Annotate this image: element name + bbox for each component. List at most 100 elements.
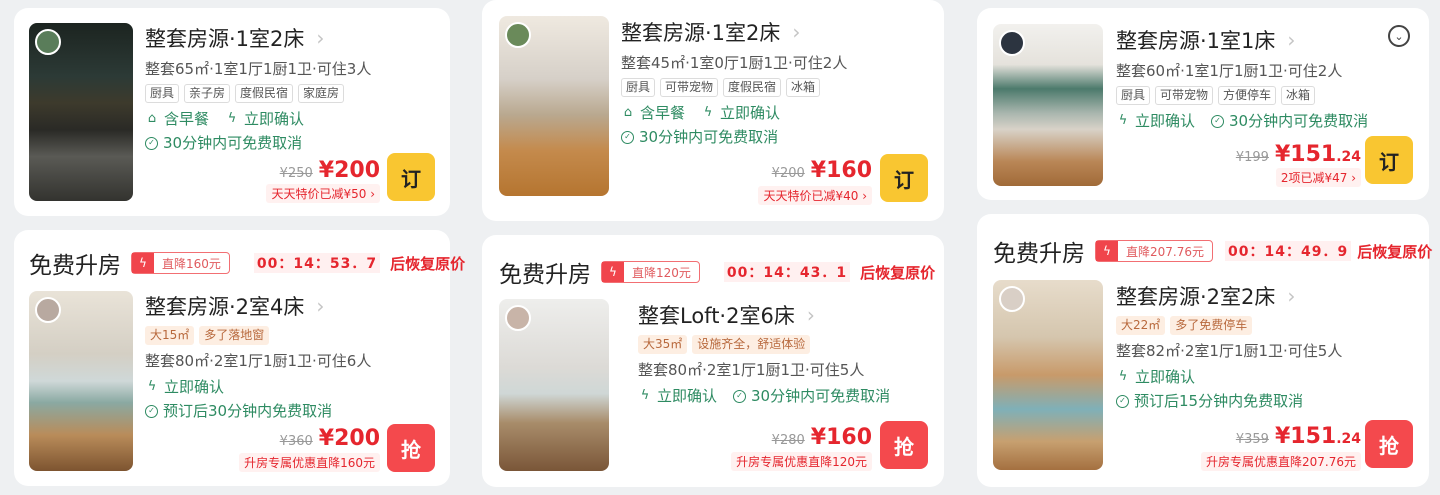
free-cancel-label: 30分钟内可免费取消	[163, 134, 303, 152]
listing-photo[interactable]	[29, 23, 133, 201]
price-block: ¥199 ¥151.24	[1236, 142, 1361, 167]
breakfast-icon: ⌂	[623, 105, 633, 120]
listing-title[interactable]: 整套房源·1室2床 ›	[145, 24, 371, 52]
restore-label: 后恢复原价	[1357, 242, 1433, 261]
listing-photo[interactable]	[499, 16, 609, 196]
listing-title[interactable]: 整套房源·2室2床 ›	[1116, 282, 1342, 310]
promo-discount[interactable]: 2项已减¥47 ›	[1275, 168, 1361, 187]
book-button[interactable]: 订	[880, 154, 928, 202]
lightning-icon: ϟ	[1118, 369, 1128, 384]
tag-list: 厨具 可带宠物 方便停车 冰箱	[1116, 86, 1368, 105]
listing-specs: 整套60㎡·1室1厅1厨1卫·可住2人	[1116, 62, 1343, 80]
listing-title[interactable]: 整套房源·1室2床 ›	[621, 18, 847, 46]
timer-value: 00：14：53．7	[253, 253, 381, 273]
tag: 冰箱	[1281, 86, 1316, 105]
listing-photo[interactable]	[993, 24, 1103, 186]
promo-discount[interactable]: 天天特价已减¥50 ›	[266, 184, 380, 203]
instant-confirm-label: 立即确认	[164, 378, 225, 396]
tag: 亲子房	[184, 84, 231, 103]
listing-photo[interactable]	[993, 280, 1103, 470]
current-price: ¥151.24	[1275, 424, 1361, 449]
upgrade-card[interactable]: 免费升房 ϟ 直降207.76元 00：14：49．9 后恢复原价 整套房源·2室…	[977, 214, 1432, 487]
original-price: ¥280	[771, 433, 805, 448]
host-avatar	[505, 305, 531, 331]
book-button[interactable]: 订	[387, 153, 435, 201]
highlight-tag: 多了免费停车	[1170, 316, 1253, 335]
free-cancel-label: 30分钟内可免费取消	[1229, 112, 1369, 130]
promo-discount[interactable]: 天天特价已减¥40 ›	[758, 186, 872, 205]
host-avatar	[999, 30, 1025, 56]
listing-info: 整套房源·1室2床 › 整套45㎡·1室0厅1厨1卫·可住2人 厨具 可带宠物 度…	[621, 18, 847, 147]
current-price: ¥200	[318, 158, 380, 183]
free-cancel-label: 30分钟内可免费取消	[639, 128, 779, 146]
free-cancel-label: 30分钟内可免费取消	[751, 387, 891, 405]
tag: 可带宠物	[1155, 86, 1214, 105]
cancel-row: ✓ 预订后15分钟内免费取消	[1116, 391, 1342, 411]
free-cancel-label: 预订后30分钟内免费取消	[163, 402, 333, 420]
free-cancel-label: 预订后15分钟内免费取消	[1134, 392, 1304, 410]
breakfast-icon: ⌂	[147, 111, 157, 126]
upgrade-header: 免费升房 ϟ 直降207.76元 00：14：49．9 后恢复原价	[993, 234, 1432, 268]
original-price: ¥359	[1235, 432, 1269, 447]
highlight-tag: 大15㎡	[145, 326, 195, 345]
upgrade-title: 免费升房	[993, 241, 1085, 267]
listing-info: 整套Loft·2室6床 › 大35㎡ 设施齐全，舒适体验 整套80㎡·2室1厅1厨…	[638, 301, 890, 406]
breakfast-label: 含早餐	[640, 104, 686, 122]
instant-confirm-label: 立即确认	[244, 110, 305, 128]
listing-card[interactable]: 整套房源·1室1床 › 整套60㎡·1室1厅1厨1卫·可住2人 厨具 可带宠物 方…	[977, 8, 1429, 200]
highlight-tag: 大35㎡	[638, 335, 688, 354]
feature-row: ⌂ 含早餐 ϟ 立即确认	[145, 109, 371, 129]
grab-button[interactable]: 抢	[880, 421, 928, 469]
listing-title[interactable]: 整套Loft·2室6床 ›	[638, 301, 890, 329]
check-circle-icon: ✓	[1211, 114, 1225, 128]
listing-title[interactable]: 整套房源·1室1床 ›	[1116, 26, 1368, 54]
promo-discount[interactable]: 升房专属优惠直降160元	[239, 453, 380, 472]
lightning-icon: ϟ	[640, 388, 650, 403]
upgrade-title: 免费升房	[499, 262, 591, 288]
promo-discount[interactable]: 升房专属优惠直降207.76元	[1201, 452, 1361, 471]
upgrade-card[interactable]: 免费升房 ϟ 直降120元 00：14：43．1 后恢复原价 整套Loft·2室6…	[482, 235, 944, 487]
tag: 冰箱	[786, 78, 821, 97]
chevron-right-icon: ›	[792, 20, 801, 44]
upgrade-header: 免费升房 ϟ 直降120元 00：14：43．1 后恢复原价	[499, 255, 935, 289]
restore-label: 后恢复原价	[390, 254, 466, 273]
price-block: ¥200 ¥160	[772, 158, 872, 183]
listing-card[interactable]: 整套房源·1室2床 › 整套45㎡·1室0厅1厨1卫·可住2人 厨具 可带宠物 度…	[482, 0, 944, 221]
column-1: 整套房源·1室2床 › 整套65㎡·1室1厅1厨1卫·可住3人 厨具 亲子房 度假…	[0, 0, 465, 495]
book-button[interactable]: 订	[1365, 136, 1413, 184]
listing-card[interactable]: 整套房源·1室2床 › 整套65㎡·1室1厅1厨1卫·可住3人 厨具 亲子房 度假…	[14, 8, 450, 216]
price-drop-badge: ϟ 直降120元	[601, 261, 700, 283]
listing-title[interactable]: 整套房源·2室4床 ›	[145, 292, 371, 320]
price-integer: ¥151	[1274, 142, 1337, 167]
highlight-tag: 大22㎡	[1116, 316, 1166, 335]
original-price: ¥200	[771, 166, 805, 181]
check-circle-icon: ✓	[145, 136, 158, 150]
price-decimal: .24	[1336, 431, 1361, 447]
tag: 家庭房	[298, 84, 345, 103]
promo-discount[interactable]: 升房专属优惠直降120元	[731, 452, 872, 471]
grab-button[interactable]: 抢	[1365, 420, 1413, 468]
lightning-icon: ϟ	[602, 262, 624, 282]
instant-confirm-label: 立即确认	[720, 104, 781, 122]
price-integer: ¥151	[1274, 424, 1337, 449]
grab-button[interactable]: 抢	[387, 424, 435, 472]
upgrade-tags: 大15㎡ 多了落地窗	[145, 326, 371, 345]
countdown-timer: 00：14：49．9	[1225, 241, 1352, 261]
price-drop-badge: ϟ 直降207.76元	[1095, 240, 1213, 262]
highlight-tag: 多了落地窗	[199, 326, 270, 345]
breakfast-label: 含早餐	[164, 110, 210, 128]
drop-amount: 直降207.76元	[1126, 244, 1204, 259]
tag-list: 厨具 可带宠物 度假民宿 冰箱	[621, 78, 847, 97]
tag: 度假民宿	[235, 84, 294, 103]
cancel-row: ✓ 30分钟内可免费取消	[621, 127, 847, 147]
upgrade-card[interactable]: 免费升房 ϟ 直降160元 00：14：53．7 后恢复原价 整套房源·2室4床 ›…	[14, 230, 465, 486]
chevron-right-icon: ›	[1287, 28, 1296, 52]
upgrade-tags: 大22㎡ 多了免费停车	[1116, 316, 1342, 335]
lightning-icon: ϟ	[147, 379, 157, 394]
price-drop-badge: ϟ 直降160元	[131, 252, 230, 274]
upgrade-tags: 大35㎡ 设施齐全，舒适体验	[638, 335, 890, 354]
listing-photo[interactable]	[29, 291, 133, 471]
listing-specs: 整套80㎡·2室1厅1厨1卫·可住5人	[638, 361, 865, 379]
chevron-down-circle-icon[interactable]: ⌄	[1388, 25, 1410, 47]
listing-photo[interactable]	[499, 299, 609, 471]
